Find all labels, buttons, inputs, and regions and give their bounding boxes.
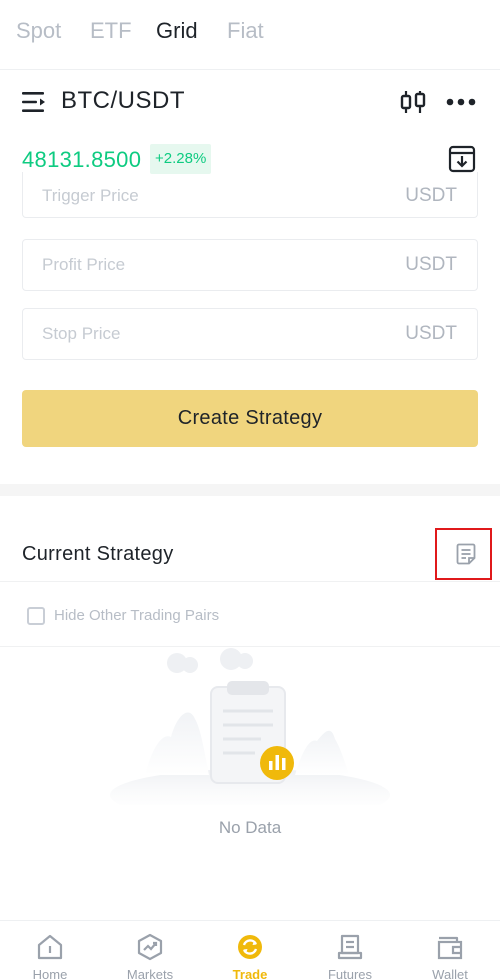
nav-trade[interactable]: Trade bbox=[200, 921, 300, 980]
strategy-history-button[interactable] bbox=[435, 528, 492, 580]
markets-icon bbox=[137, 933, 163, 961]
stop-price-placeholder: Stop Price bbox=[42, 324, 121, 343]
nav-home[interactable]: Home bbox=[0, 921, 100, 980]
nav-futures-label: Futures bbox=[327, 967, 373, 980]
top-tab-bar: Spot ETF Grid Fiat bbox=[0, 0, 500, 70]
tab-grid[interactable]: Grid bbox=[156, 18, 198, 44]
empty-clipboard-illustration bbox=[110, 648, 390, 805]
nav-trade-label: Trade bbox=[232, 967, 268, 980]
hide-other-pairs-checkbox[interactable] bbox=[27, 607, 45, 625]
profit-price-field[interactable]: Profit Price USDT bbox=[22, 239, 478, 291]
section-divider bbox=[0, 484, 500, 496]
home-icon bbox=[37, 934, 63, 960]
filter-row: Hide Other Trading Pairs bbox=[0, 583, 500, 647]
profit-price-unit: USDT bbox=[405, 254, 457, 275]
menu-icon[interactable] bbox=[22, 91, 48, 113]
last-price: 48131.8500 bbox=[22, 147, 142, 172]
pair-header: BTC/USDT bbox=[0, 70, 500, 140]
bottom-nav: Home Markets Trade Futures Wallet bbox=[0, 920, 500, 980]
document-icon bbox=[456, 543, 476, 565]
nav-wallet[interactable]: Wallet bbox=[400, 921, 500, 980]
hide-other-pairs-label[interactable]: Hide Other Trading Pairs bbox=[54, 607, 219, 624]
current-strategy-title: Current Strategy bbox=[22, 543, 174, 565]
futures-icon bbox=[337, 934, 363, 960]
stop-price-unit: USDT bbox=[405, 323, 457, 344]
download-icon[interactable] bbox=[448, 145, 476, 173]
nav-wallet-label: Wallet bbox=[432, 967, 468, 980]
create-strategy-button[interactable]: Create Strategy bbox=[22, 390, 478, 447]
profit-price-placeholder: Profit Price bbox=[42, 255, 126, 274]
more-icon[interactable] bbox=[446, 92, 476, 112]
nav-markets[interactable]: Markets bbox=[100, 921, 200, 980]
tab-spot[interactable]: Spot bbox=[16, 18, 61, 44]
price-change-badge: +2.28% bbox=[150, 144, 212, 174]
tab-etf[interactable]: ETF bbox=[90, 18, 132, 44]
trigger-price-placeholder: Trigger Price bbox=[42, 186, 139, 205]
pair-name[interactable]: BTC/USDT bbox=[61, 87, 185, 115]
current-strategy-header: Current Strategy bbox=[0, 496, 500, 582]
trigger-price-unit: USDT bbox=[405, 185, 457, 206]
candlestick-icon[interactable] bbox=[399, 88, 427, 116]
wallet-icon bbox=[437, 936, 463, 960]
nav-markets-label: Markets bbox=[126, 967, 174, 980]
create-strategy-label: Create Strategy bbox=[177, 407, 323, 429]
nav-home-label: Home bbox=[32, 967, 68, 980]
no-data-text: No Data bbox=[218, 818, 282, 837]
trigger-price-field[interactable]: Trigger Price USDT bbox=[22, 172, 478, 218]
nav-futures[interactable]: Futures bbox=[300, 921, 400, 980]
trade-icon bbox=[238, 935, 262, 959]
tab-fiat[interactable]: Fiat bbox=[227, 18, 264, 44]
stop-price-field[interactable]: Stop Price USDT bbox=[22, 308, 478, 360]
